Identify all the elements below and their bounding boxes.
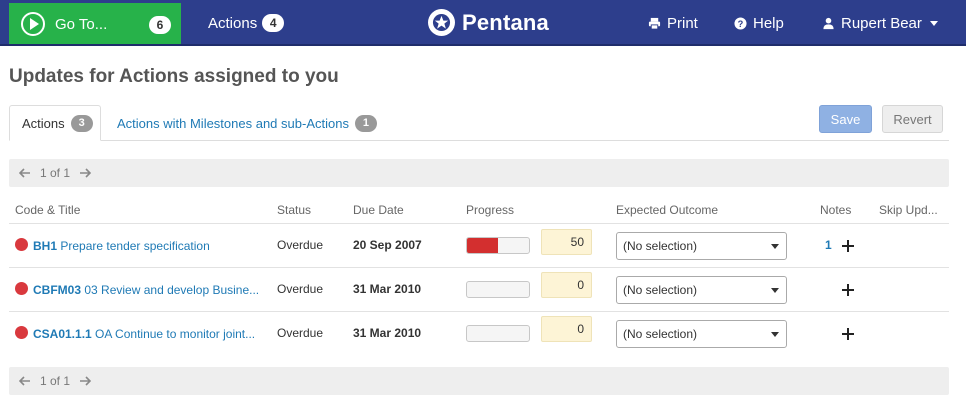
row-status: Overdue <box>277 326 324 340</box>
row-divider <box>9 223 949 224</box>
expected-outcome-value: (No selection) <box>623 283 698 297</box>
pager-top-text: 1 of 1 <box>40 166 71 180</box>
plus-icon[interactable] <box>842 328 854 340</box>
print-link[interactable]: Print <box>648 15 698 32</box>
header-code-title[interactable]: Code & Title <box>15 203 80 217</box>
row-code: CSA01.1.1 <box>33 327 92 341</box>
header-expected-outcome[interactable]: Expected Outcome <box>616 203 718 217</box>
row-due-date: 31 Mar 2010 <box>353 326 422 340</box>
status-dot-icon <box>15 282 28 295</box>
header-due-date[interactable]: Due Date <box>353 203 404 217</box>
star-logo-icon <box>428 9 455 36</box>
expected-outcome-select[interactable]: (No selection) <box>616 320 787 348</box>
row-status: Overdue <box>277 282 324 296</box>
row-title: 03 Review and develop Busine... <box>84 283 260 297</box>
row-title-link[interactable]: CBFM03 03 Review and develop Busine... <box>33 283 259 297</box>
goto-label: Go To... <box>55 16 108 33</box>
header-notes[interactable]: Notes <box>820 203 851 217</box>
nav-actions-link[interactable]: Actions 4 <box>208 14 285 32</box>
row-due-date: 20 Sep 2007 <box>353 238 422 252</box>
plus-icon[interactable] <box>842 284 854 296</box>
play-circle-icon <box>21 12 45 36</box>
pager-bottom-text: 1 of 1 <box>40 374 71 388</box>
page-title: Updates for Actions assigned to you <box>9 66 339 87</box>
user-icon <box>823 17 834 30</box>
pager-bottom: 1 of 1 <box>9 367 949 395</box>
print-label: Print <box>667 15 698 32</box>
expected-outcome-select[interactable]: (No selection) <box>616 276 787 304</box>
row-divider <box>9 311 949 312</box>
nav-actions-label: Actions <box>208 14 258 32</box>
chevron-down-icon <box>929 21 938 26</box>
arrow-left-icon[interactable] <box>19 168 31 178</box>
goto-count-badge: 6 <box>149 16 171 34</box>
row-title: OA Continue to monitor joint... <box>95 327 256 341</box>
row-title-link[interactable]: BH1 Prepare tender specification <box>33 239 210 253</box>
chevron-down-icon <box>771 288 779 293</box>
header-progress[interactable]: Progress <box>466 203 514 217</box>
question-circle-icon: ? <box>734 17 747 30</box>
progress-bar <box>466 237 530 254</box>
expected-outcome-select[interactable]: (No selection) <box>616 232 787 260</box>
progress-fill <box>467 238 498 253</box>
row-due-date: 31 Mar 2010 <box>353 282 422 296</box>
top-nav-bar: Go To... 6 Actions 4 Pentana Print ? Hel… <box>0 0 966 46</box>
printer-icon <box>648 17 661 30</box>
plus-icon[interactable] <box>842 240 854 252</box>
help-label: Help <box>753 15 784 32</box>
row-code: CBFM03 <box>33 283 82 297</box>
brand-name: Pentana <box>462 9 549 35</box>
header-skip-update[interactable]: Skip Upd... <box>879 203 938 217</box>
row-divider <box>9 267 949 268</box>
user-name: Rupert Bear <box>841 15 922 32</box>
arrow-left-icon[interactable] <box>19 376 31 386</box>
header-status[interactable]: Status <box>277 203 311 217</box>
notes-count-link[interactable]: 1 <box>825 238 832 252</box>
row-title: Prepare tender specification <box>60 239 210 253</box>
progress-input[interactable]: 0 <box>541 316 592 342</box>
help-link[interactable]: ? Help <box>734 15 784 32</box>
expected-outcome-value: (No selection) <box>623 327 698 341</box>
tab-actions-count: 3 <box>70 114 93 132</box>
row-status: Overdue <box>277 238 324 252</box>
goto-button[interactable]: Go To... 6 <box>9 3 181 44</box>
user-menu[interactable]: Rupert Bear <box>822 15 938 32</box>
tab-milestones[interactable]: Actions with Milestones and sub-Actions … <box>117 105 377 141</box>
pager-top: 1 of 1 <box>9 159 949 187</box>
nav-actions-count-badge: 4 <box>262 14 285 32</box>
revert-button[interactable]: Revert <box>882 105 943 133</box>
arrow-right-icon[interactable] <box>79 168 92 178</box>
progress-input[interactable]: 0 <box>541 272 592 298</box>
tab-actions[interactable]: Actions 3 <box>9 105 101 141</box>
svg-text:?: ? <box>738 19 744 29</box>
chevron-down-icon <box>771 332 779 337</box>
tab-milestones-label: Actions with Milestones and sub-Actions <box>117 115 349 131</box>
chevron-down-icon <box>771 244 779 249</box>
status-dot-icon <box>15 238 28 251</box>
arrow-right-icon[interactable] <box>79 376 92 386</box>
tab-actions-label: Actions <box>22 115 65 131</box>
brand-logo[interactable]: Pentana <box>428 9 549 36</box>
save-button[interactable]: Save <box>819 105 872 133</box>
progress-bar <box>466 281 530 298</box>
status-dot-icon <box>15 326 28 339</box>
row-title-link[interactable]: CSA01.1.1 OA Continue to monitor joint..… <box>33 327 255 341</box>
row-code: BH1 <box>33 239 58 253</box>
expected-outcome-value: (No selection) <box>623 239 698 253</box>
progress-bar <box>466 325 530 342</box>
tab-milestones-count: 1 <box>354 114 377 132</box>
progress-input[interactable]: 50 <box>541 229 592 255</box>
